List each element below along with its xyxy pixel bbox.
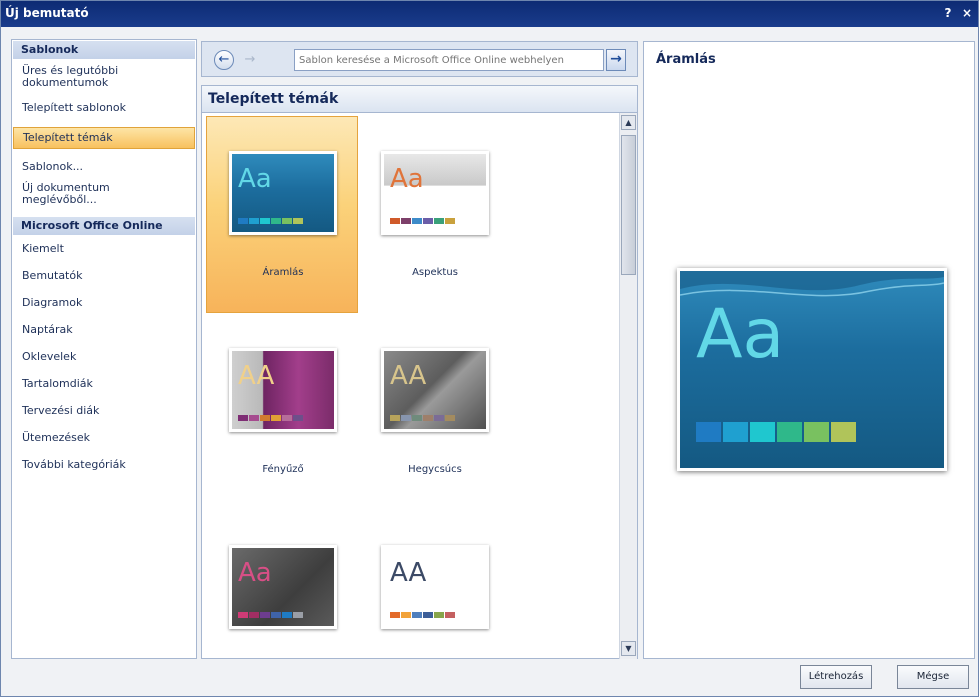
template-search-input[interactable]: [294, 49, 604, 71]
color-swatches: [390, 218, 455, 224]
color-swatches: [390, 415, 455, 421]
theme-thumbnail: Aa: [229, 151, 337, 235]
category-header-templates: Sablonok: [13, 41, 195, 59]
theme-tile-6[interactable]: AA: [358, 510, 510, 658]
sidebar-item-diagrams[interactable]: Diagramok: [13, 297, 195, 309]
back-arrow-icon[interactable]: ←: [214, 50, 234, 70]
theme-label: Aspektus: [412, 267, 458, 278]
sidebar-item-presentations[interactable]: Bemutatók: [13, 270, 195, 282]
theme-letters: AA: [390, 558, 427, 588]
theme-gallery: Aa Áramlás Aa Aspektus AA Fényűző AA Heg…: [201, 113, 638, 659]
title-bar: Új bemutató ? ×: [1, 1, 978, 27]
sidebar-item-calendars[interactable]: Naptárak: [13, 324, 195, 336]
theme-thumbnail: Aa: [381, 151, 489, 235]
sidebar-item-installed-themes[interactable]: Telepített témák: [13, 127, 195, 149]
category-pane: Sablonok Üres és legutóbbi dokumentumok …: [11, 39, 197, 659]
sidebar-item-installed-templates[interactable]: Telepített sablonok: [13, 102, 195, 114]
theme-label: Fényűző: [262, 464, 304, 475]
gallery-scrollbar[interactable]: ▲ ▼: [619, 113, 637, 659]
category-header-office-online: Microsoft Office Online: [13, 217, 195, 235]
preview-title: Áramlás: [656, 52, 716, 67]
theme-letters: Aa: [238, 164, 272, 194]
theme-tile-hegycsucs[interactable]: AA Hegycsúcs: [358, 313, 510, 510]
theme-tile-aspektus[interactable]: Aa Aspektus: [358, 116, 510, 313]
color-swatches: [238, 612, 303, 618]
theme-tile-5[interactable]: Aa: [206, 510, 358, 658]
sidebar-item-certificates[interactable]: Oklevelek: [13, 351, 195, 363]
create-button[interactable]: Létrehozás: [800, 665, 872, 689]
theme-label: Hegycsúcs: [408, 464, 462, 475]
new-presentation-dialog: Új bemutató ? × Sablonok Üres és legutób…: [0, 0, 979, 697]
theme-thumbnail: Aa: [229, 545, 337, 629]
help-button[interactable]: ?: [939, 5, 957, 22]
window-title: Új bemutató: [5, 6, 89, 20]
color-swatches: [238, 415, 303, 421]
sidebar-item-blank-recent[interactable]: Üres és legutóbbi dokumentumok: [13, 65, 195, 89]
sidebar-item-new-from-existing[interactable]: Új dokumentum meglévőből...: [13, 182, 153, 206]
cancel-button[interactable]: Mégse: [897, 665, 969, 689]
theme-letters: AA: [390, 361, 427, 391]
gallery-title: Telepített témák: [201, 85, 638, 113]
scroll-thumb[interactable]: [621, 135, 636, 275]
preview-thumbnail: Aa: [677, 268, 947, 471]
close-button[interactable]: ×: [958, 5, 976, 22]
color-swatches: [238, 218, 303, 224]
theme-label: Áramlás: [262, 267, 304, 278]
theme-thumbnail: AA: [381, 545, 489, 629]
search-go-icon[interactable]: →: [606, 49, 626, 71]
preview-letters: Aa: [696, 295, 785, 374]
forward-arrow-icon[interactable]: →: [240, 50, 260, 70]
theme-thumbnail: AA: [229, 348, 337, 432]
preview-color-swatches: [696, 422, 856, 442]
sidebar-item-templates[interactable]: Sablonok...: [13, 161, 195, 173]
theme-letters: Aa: [238, 558, 272, 588]
color-swatches: [390, 612, 455, 618]
theme-letters: AA: [238, 361, 275, 391]
theme-tile-fenyuzo[interactable]: AA Fényűző: [206, 313, 358, 510]
sidebar-item-content-slides[interactable]: Tartalomdiák: [13, 378, 195, 390]
theme-letters: Aa: [390, 164, 424, 194]
theme-thumbnail: AA: [381, 348, 489, 432]
scroll-up-icon[interactable]: ▲: [621, 115, 636, 130]
theme-tile-aramlas[interactable]: Aa Áramlás: [206, 116, 358, 313]
sidebar-item-more-categories[interactable]: További kategóriák: [13, 459, 195, 471]
sidebar-item-design-slides[interactable]: Tervezési diák: [13, 405, 195, 417]
sidebar-item-featured[interactable]: Kiemelt: [13, 243, 195, 255]
navigation-bar: ← → →: [201, 41, 638, 77]
scroll-down-icon[interactable]: ▼: [621, 641, 636, 656]
preview-pane: Áramlás Aa: [643, 41, 975, 659]
sidebar-item-schedules[interactable]: Ütemezések: [13, 432, 195, 444]
